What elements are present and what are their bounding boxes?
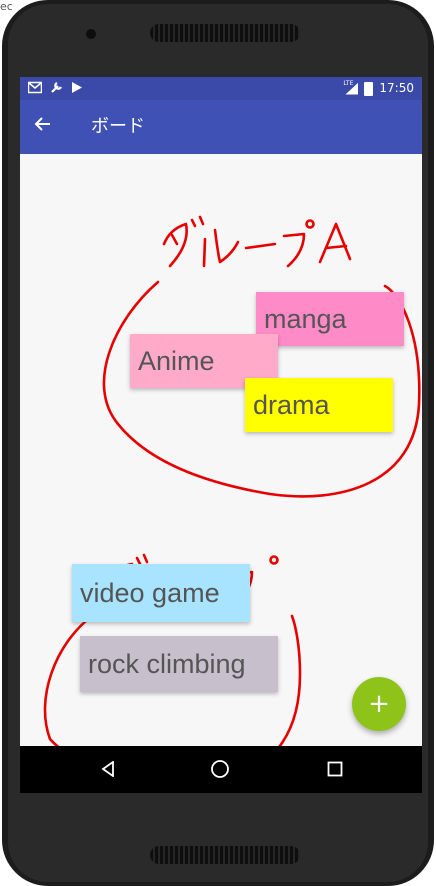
battery-icon — [364, 81, 374, 96]
status-time: 17:50 — [379, 81, 414, 95]
top-speaker — [150, 24, 300, 42]
handwritten-label-group-a — [162, 215, 352, 268]
bottom-speaker — [150, 846, 300, 864]
nav-back-button[interactable] — [93, 756, 123, 782]
sticky-note-video-game[interactable]: video game — [72, 564, 250, 622]
notification-icons — [28, 81, 83, 94]
sticky-note-manga[interactable]: manga — [256, 292, 404, 346]
add-icon: + — [368, 689, 390, 719]
back-arrow-icon[interactable] — [34, 113, 52, 139]
phone-frame: LTE 17:50 ボード manga Anime drama video ga… — [2, 0, 434, 886]
status-bar: LTE 17:50 — [20, 77, 422, 100]
add-note-button[interactable]: + — [352, 677, 406, 731]
signal-icon: LTE — [343, 79, 359, 95]
wrench-icon — [51, 82, 62, 93]
nav-home-button[interactable] — [205, 756, 235, 782]
navigation-bar — [20, 746, 422, 793]
nav-recents-button[interactable] — [320, 756, 350, 782]
front-camera — [86, 29, 96, 39]
play-store-icon — [72, 82, 82, 93]
back-triangle-icon — [101, 761, 114, 777]
mail-icon — [28, 81, 42, 94]
device-screen: LTE 17:50 ボード manga Anime drama video ga… — [20, 77, 422, 793]
status-right: LTE 17:50 — [343, 79, 414, 96]
recents-square-icon — [327, 761, 343, 777]
page-title: ボード — [91, 116, 145, 137]
app-bar: ボード — [20, 100, 422, 154]
sticky-note-drama[interactable]: drama — [245, 378, 393, 432]
sticky-note-rock-climbing[interactable]: rock climbing — [80, 636, 278, 692]
board-canvas[interactable]: manga Anime drama video game rock climbi… — [20, 154, 422, 746]
network-type: LTE — [343, 79, 354, 87]
edge-text-fragment: ec — [0, 0, 13, 13]
home-circle-icon — [211, 760, 229, 778]
